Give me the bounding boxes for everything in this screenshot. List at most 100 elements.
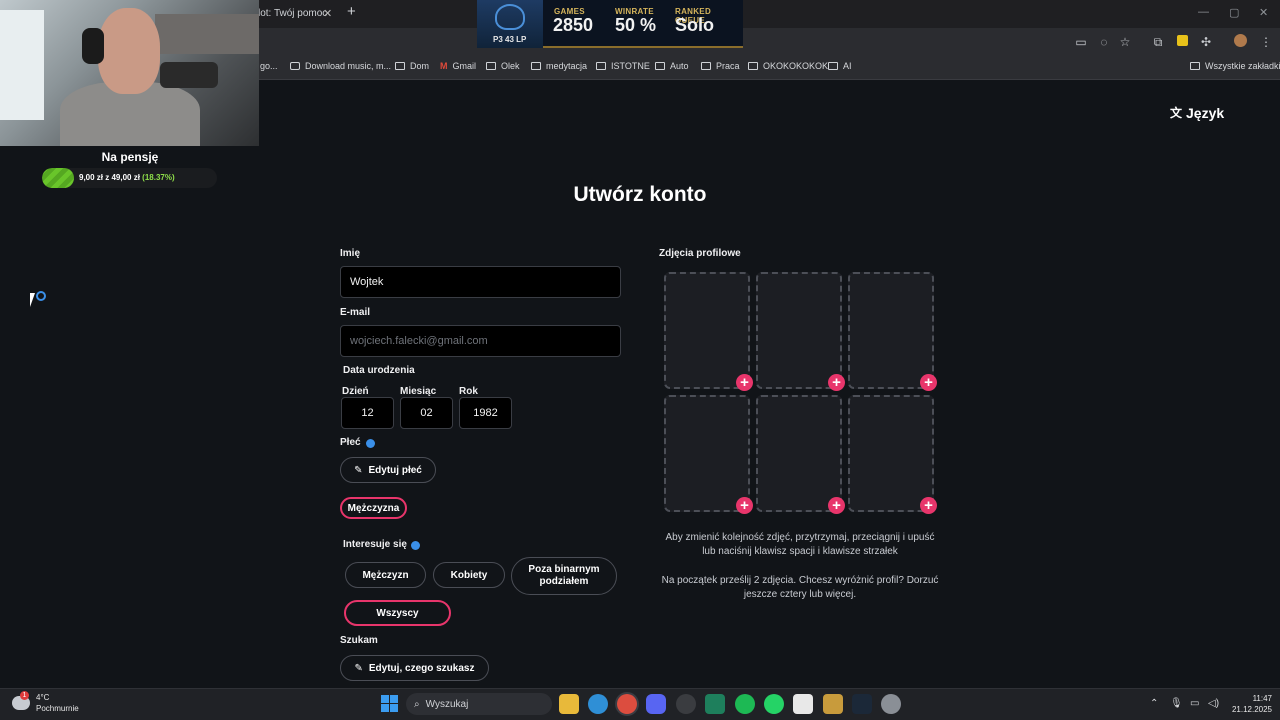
- tab-search-icon[interactable]: ⧉: [1150, 34, 1166, 50]
- folder-icon: [655, 62, 665, 70]
- photos-hint: Aby zmienić kolejność zdjęć, przytrzymaj…: [665, 532, 935, 557]
- email-field[interactable]: wojciech.falecki@gmail.com: [340, 325, 621, 357]
- goal-percent: (18.37%): [142, 173, 175, 182]
- month-field[interactable]: 02: [400, 397, 453, 429]
- folder-icon: [748, 62, 758, 70]
- bookmark-item[interactable]: Download music, m...: [290, 61, 391, 71]
- volume-icon[interactable]: ◁): [1208, 698, 1219, 709]
- bookmark-label: OKOKOKOKOK: [763, 61, 829, 71]
- folder-icon: [828, 62, 838, 70]
- settings-icon[interactable]: [881, 694, 901, 714]
- year-label: Rok: [459, 386, 478, 397]
- star-icon[interactable]: ☆: [1117, 34, 1133, 50]
- gender-chip[interactable]: Mężczyzna: [340, 497, 407, 519]
- notes-icon[interactable]: [705, 694, 725, 714]
- new-tab-button[interactable]: +: [347, 3, 356, 20]
- photo-slot[interactable]: [664, 395, 750, 512]
- bookmark-folder[interactable]: ISTOTNE: [596, 61, 650, 71]
- search-placeholder: Wyszukaj: [425, 698, 469, 710]
- taskbar-search[interactable]: ⌕ Wyszukaj: [406, 693, 552, 715]
- folder-icon: [486, 62, 496, 70]
- name-field[interactable]: Wojtek: [340, 266, 621, 298]
- eye-off-icon[interactable]: ◌: [1096, 34, 1112, 50]
- photo-slot[interactable]: [756, 395, 842, 512]
- bookmark-folder[interactable]: medytacja: [531, 61, 587, 71]
- photo-slot[interactable]: [664, 272, 750, 389]
- rank-lp: P3 43 LP: [493, 35, 527, 44]
- edit-gender-button[interactable]: ✎ Edytuj płeć: [340, 457, 436, 483]
- games-value: 2850: [553, 15, 594, 35]
- discord-icon[interactable]: [646, 694, 666, 714]
- network-icon[interactable]: ▭: [1190, 698, 1199, 709]
- whatsapp-icon[interactable]: [764, 694, 784, 714]
- year-field[interactable]: 1982: [459, 397, 512, 429]
- add-photo-icon[interactable]: +: [736, 374, 753, 391]
- photo-slot[interactable]: [756, 272, 842, 389]
- spotify-icon[interactable]: [735, 694, 755, 714]
- day-field[interactable]: 12: [341, 397, 394, 429]
- add-photo-icon[interactable]: +: [828, 497, 845, 514]
- interest-option-women[interactable]: Kobiety: [433, 562, 505, 588]
- league-icon[interactable]: [823, 694, 843, 714]
- add-photo-icon[interactable]: +: [736, 497, 753, 514]
- folder-icon: [701, 62, 711, 70]
- info-icon[interactable]: [366, 439, 375, 448]
- weather-widget[interactable]: 1 4°C Pochmurnie: [12, 691, 79, 714]
- folder-icon: [1190, 62, 1200, 70]
- goal-amount: 9,00 zł z 49,00 zł: [79, 173, 140, 182]
- bookmark-folder[interactable]: AI: [828, 61, 852, 71]
- interest-option-everyone[interactable]: Wszyscy: [344, 600, 451, 626]
- day-label: Dzień: [342, 386, 369, 397]
- add-photo-icon[interactable]: +: [828, 374, 845, 391]
- bookmark-folder[interactable]: Dom: [395, 61, 429, 71]
- close-window-icon[interactable]: ✕: [1259, 6, 1268, 19]
- gmail-icon: M: [440, 61, 448, 71]
- add-photo-icon[interactable]: +: [920, 374, 937, 391]
- menu-icon[interactable]: ⋮: [1258, 34, 1274, 50]
- app-icon[interactable]: [676, 694, 696, 714]
- maximize-icon[interactable]: ▢: [1229, 6, 1239, 19]
- bookmark-folder[interactable]: Olek: [486, 61, 520, 71]
- info-icon[interactable]: [411, 541, 420, 550]
- chevron-up-icon[interactable]: ⌃: [1150, 698, 1158, 709]
- photos-hint-secondary: Na początek prześlij 2 zdjęcia. Chcesz w…: [661, 575, 939, 600]
- photo-slot[interactable]: [848, 272, 934, 389]
- bookmark-folder[interactable]: Praca: [701, 61, 740, 71]
- chrome-icon[interactable]: [617, 694, 637, 714]
- interest-option-men[interactable]: Mężczyzn: [345, 562, 426, 588]
- bookmark-item[interactable]: M Gmail: [440, 61, 476, 71]
- birthdate-label: Data urodzenia: [343, 365, 415, 376]
- profile-avatar[interactable]: [1232, 34, 1248, 50]
- photos-label: Zdjęcia profilowe: [659, 248, 741, 259]
- app-icon[interactable]: [793, 694, 813, 714]
- puzzle-icon[interactable]: ✣: [1198, 34, 1214, 50]
- weather-temp: 4°C: [36, 693, 50, 702]
- minimize-icon[interactable]: —: [1198, 6, 1209, 18]
- bookmark-label: Gmail: [452, 61, 477, 71]
- photo-slot[interactable]: [848, 395, 934, 512]
- clock-date: 21.12.2025: [1231, 705, 1272, 714]
- tab-close-icon[interactable]: ✕: [323, 4, 335, 24]
- month-label: Miesiąc: [400, 386, 437, 397]
- goal-progress-fill: [42, 168, 75, 188]
- file-explorer-icon[interactable]: [559, 694, 579, 714]
- language-button[interactable]: ⽂ Język: [1170, 104, 1224, 121]
- microphone-icon[interactable]: 🎙: [1170, 698, 1183, 709]
- all-bookmarks[interactable]: Wszystkie zakładki: [1190, 61, 1280, 71]
- steam-icon[interactable]: [852, 694, 872, 714]
- bookmark-item[interactable]: go...: [260, 61, 278, 71]
- edge-icon[interactable]: [588, 694, 608, 714]
- start-button[interactable]: [381, 695, 398, 712]
- add-photo-icon[interactable]: +: [920, 497, 937, 514]
- folder-icon: [596, 62, 606, 70]
- bookmark-folder[interactable]: OKOKOKOKOK: [748, 61, 828, 71]
- bookmark-folder[interactable]: Auto: [655, 61, 689, 71]
- name-label: Imię: [340, 248, 361, 259]
- edit-seeking-button[interactable]: ✎ Edytuj, czego szukasz: [340, 655, 489, 681]
- interest-option-nonbinary[interactable]: Poza binarnym podziałem: [511, 557, 617, 595]
- clock[interactable]: 11:47 21.12.2025: [1228, 693, 1272, 715]
- cast-icon[interactable]: ▭: [1073, 34, 1089, 50]
- bookmark-label: ISTOTNE: [611, 61, 650, 71]
- extension-icon[interactable]: [1174, 34, 1190, 50]
- edit-seeking-label: Edytuj, czego szukasz: [368, 662, 475, 674]
